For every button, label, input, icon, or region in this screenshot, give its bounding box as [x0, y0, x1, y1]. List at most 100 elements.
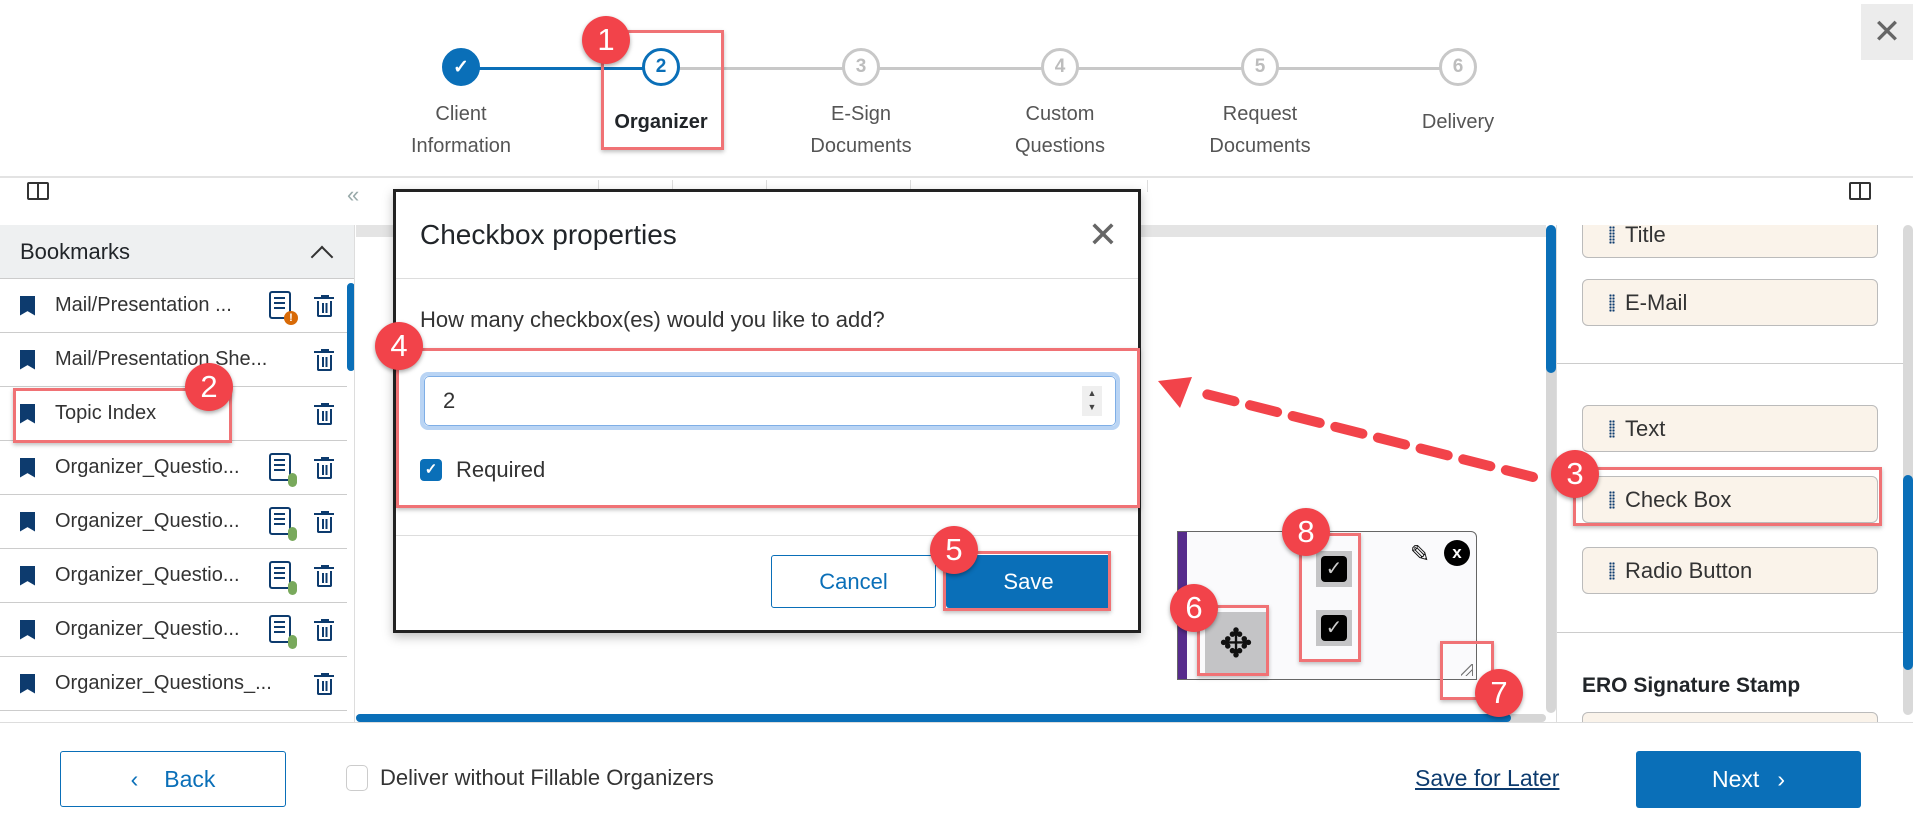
field-email[interactable]: E-Mail [1582, 279, 1878, 326]
document-horizontal-scrollbar[interactable] [356, 714, 1546, 722]
bookmark-item[interactable]: Organizer_Questio... [0, 441, 347, 495]
field-text[interactable]: Text [1582, 405, 1878, 452]
trash-icon[interactable] [314, 295, 334, 317]
bookmark-item[interactable]: Organizer_Questio... [0, 495, 347, 549]
checkbox-count-input[interactable] [424, 376, 1116, 426]
save-for-later-link[interactable]: Save for Later [1415, 765, 1559, 792]
close-window-button[interactable]: ✕ [1861, 4, 1913, 60]
bookmark-label: Organizer_Questio... [55, 510, 240, 532]
trash-icon[interactable] [314, 511, 334, 533]
trash-icon[interactable] [314, 349, 334, 371]
widget-checkbox[interactable]: ✓ [1316, 551, 1352, 587]
annotation-badge-5: 5 [930, 526, 978, 574]
number-spinner[interactable]: ▲ ▼ [1082, 386, 1102, 416]
required-checkbox[interactable]: ✓ [420, 459, 442, 481]
document-attachment-icon[interactable] [269, 453, 297, 487]
step-delivery[interactable]: 6 Delivery [1368, 48, 1548, 138]
bookmark-item[interactable]: Mail/Presentation ... ! [0, 279, 347, 333]
field-ero-stamp[interactable] [1582, 712, 1878, 722]
trash-icon[interactable] [314, 619, 334, 641]
annotation-badge-7: 7 [1475, 669, 1523, 717]
dialog-header: Checkbox properties ✕ [396, 192, 1138, 279]
bookmarks-scrollbar[interactable] [347, 283, 354, 371]
paperclip-icon [288, 473, 297, 487]
warning-badge: ! [284, 311, 298, 325]
annotation-badge-8: 8 [1282, 508, 1330, 556]
back-label: Back [164, 765, 216, 792]
step-client-information[interactable]: ✓ Client Information [371, 48, 551, 162]
step-custom-questions[interactable]: 4 Custom Questions [970, 48, 1150, 162]
right-panel-toggle-icon[interactable] [1849, 182, 1871, 200]
bookmark-label: Organizer_Questio... [55, 456, 240, 478]
checkbox-count-field[interactable]: ▲▼ [420, 372, 1120, 430]
step-label: Custom [1025, 103, 1095, 125]
bookmark-item[interactable]: Organizer_Questions_... [0, 657, 347, 711]
resize-handle-icon[interactable] [1461, 664, 1473, 676]
widget-checkbox[interactable]: ✓ [1316, 610, 1352, 646]
spin-up-icon[interactable]: ▲ [1082, 386, 1102, 400]
bookmark-label: Mail/Presentation She... [55, 348, 268, 370]
annotation-badge-6: 6 [1170, 584, 1218, 632]
trash-icon[interactable] [314, 403, 334, 425]
chevron-up-icon[interactable] [310, 245, 334, 268]
step-e-sign-documents[interactable]: 3 E-Sign Documents [771, 48, 951, 162]
step-number: 5 [1241, 48, 1279, 86]
bookmark-label: Topic Index [55, 402, 157, 424]
annotation-badge-2: 2 [185, 363, 233, 411]
field-label: E-Mail [1625, 289, 1688, 315]
step-label: Information [410, 135, 512, 157]
step-number: 2 [642, 48, 680, 86]
pencil-icon[interactable]: ✎ [1410, 540, 1430, 569]
back-button[interactable]: ‹ Back [60, 751, 286, 807]
vertical-scroll-thumb[interactable] [1546, 225, 1556, 373]
required-checkbox-row[interactable]: ✓ Required [420, 457, 545, 483]
step-label: Request [1222, 103, 1298, 125]
step-request-documents[interactable]: 5 Request Documents [1170, 48, 1350, 162]
drag-grip-icon [1609, 419, 1615, 438]
checkbox-field-widget[interactable]: ✥ ✓ ✓ ✎ x [1177, 531, 1477, 680]
drag-grip-icon [1609, 490, 1615, 509]
bookmark-item[interactable]: Mail/Presentation She... [0, 333, 347, 387]
bookmark-icon [20, 565, 35, 586]
spin-down-icon[interactable]: ▼ [1082, 400, 1102, 414]
bookmarks-header[interactable]: Bookmarks [0, 225, 354, 279]
move-handle-icon[interactable]: ✥ [1205, 612, 1267, 676]
close-icon[interactable]: ✕ [1088, 214, 1118, 256]
horizontal-scroll-thumb[interactable] [356, 714, 1511, 722]
fields-scrollbar[interactable] [1903, 225, 1913, 715]
bookmark-icon [20, 349, 35, 370]
deliver-without-fillable-option[interactable]: Deliver without Fillable Organizers [346, 765, 714, 791]
close-icon[interactable]: x [1444, 540, 1470, 566]
document-attachment-icon[interactable] [269, 561, 297, 595]
deliver-without-fillable-checkbox[interactable] [346, 765, 368, 791]
field-label: Check Box [1625, 486, 1732, 512]
trash-icon[interactable] [314, 673, 334, 695]
bookmarks-panel: Bookmarks Mail/Presentation ... ! Mail/P… [0, 225, 355, 722]
next-label: Next [1712, 766, 1760, 792]
bookmark-label: Mail/Presentation ... [55, 294, 232, 316]
field-title[interactable]: Title [1582, 225, 1878, 258]
step-label: E-Sign [830, 103, 892, 125]
left-panel-toggle-icon[interactable] [27, 182, 49, 200]
annotation-badge-1: 1 [582, 16, 630, 64]
field-check-box[interactable]: Check Box [1582, 476, 1878, 523]
required-label: Required [456, 457, 546, 482]
fields-scroll-thumb[interactable] [1903, 475, 1913, 670]
next-button[interactable]: Next › [1636, 751, 1861, 808]
bookmark-item-topic-index[interactable]: Topic Index [0, 387, 347, 441]
fields-panel: Title E-Mail Text Check Box Radio Button… [1556, 225, 1913, 722]
trash-icon[interactable] [314, 457, 334, 479]
bookmark-item[interactable]: Organizer_Questio... [0, 549, 347, 603]
bookmark-item[interactable]: Organizer_Questio... [0, 603, 347, 657]
document-warning-icon[interactable]: ! [269, 291, 298, 325]
collapse-double-chevron-icon[interactable]: « [347, 182, 359, 208]
cancel-button[interactable]: Cancel [771, 555, 936, 608]
document-attachment-icon[interactable] [269, 507, 297, 541]
document-attachment-icon[interactable] [269, 615, 297, 649]
field-radio-button[interactable]: Radio Button [1582, 547, 1878, 594]
drag-grip-icon [1609, 225, 1615, 244]
trash-icon[interactable] [314, 565, 334, 587]
field-label: Title [1625, 225, 1666, 247]
checkbox-count-question: How many checkbox(es) would you like to … [420, 307, 885, 332]
bookmark-label: Organizer_Questions_... [55, 672, 272, 694]
